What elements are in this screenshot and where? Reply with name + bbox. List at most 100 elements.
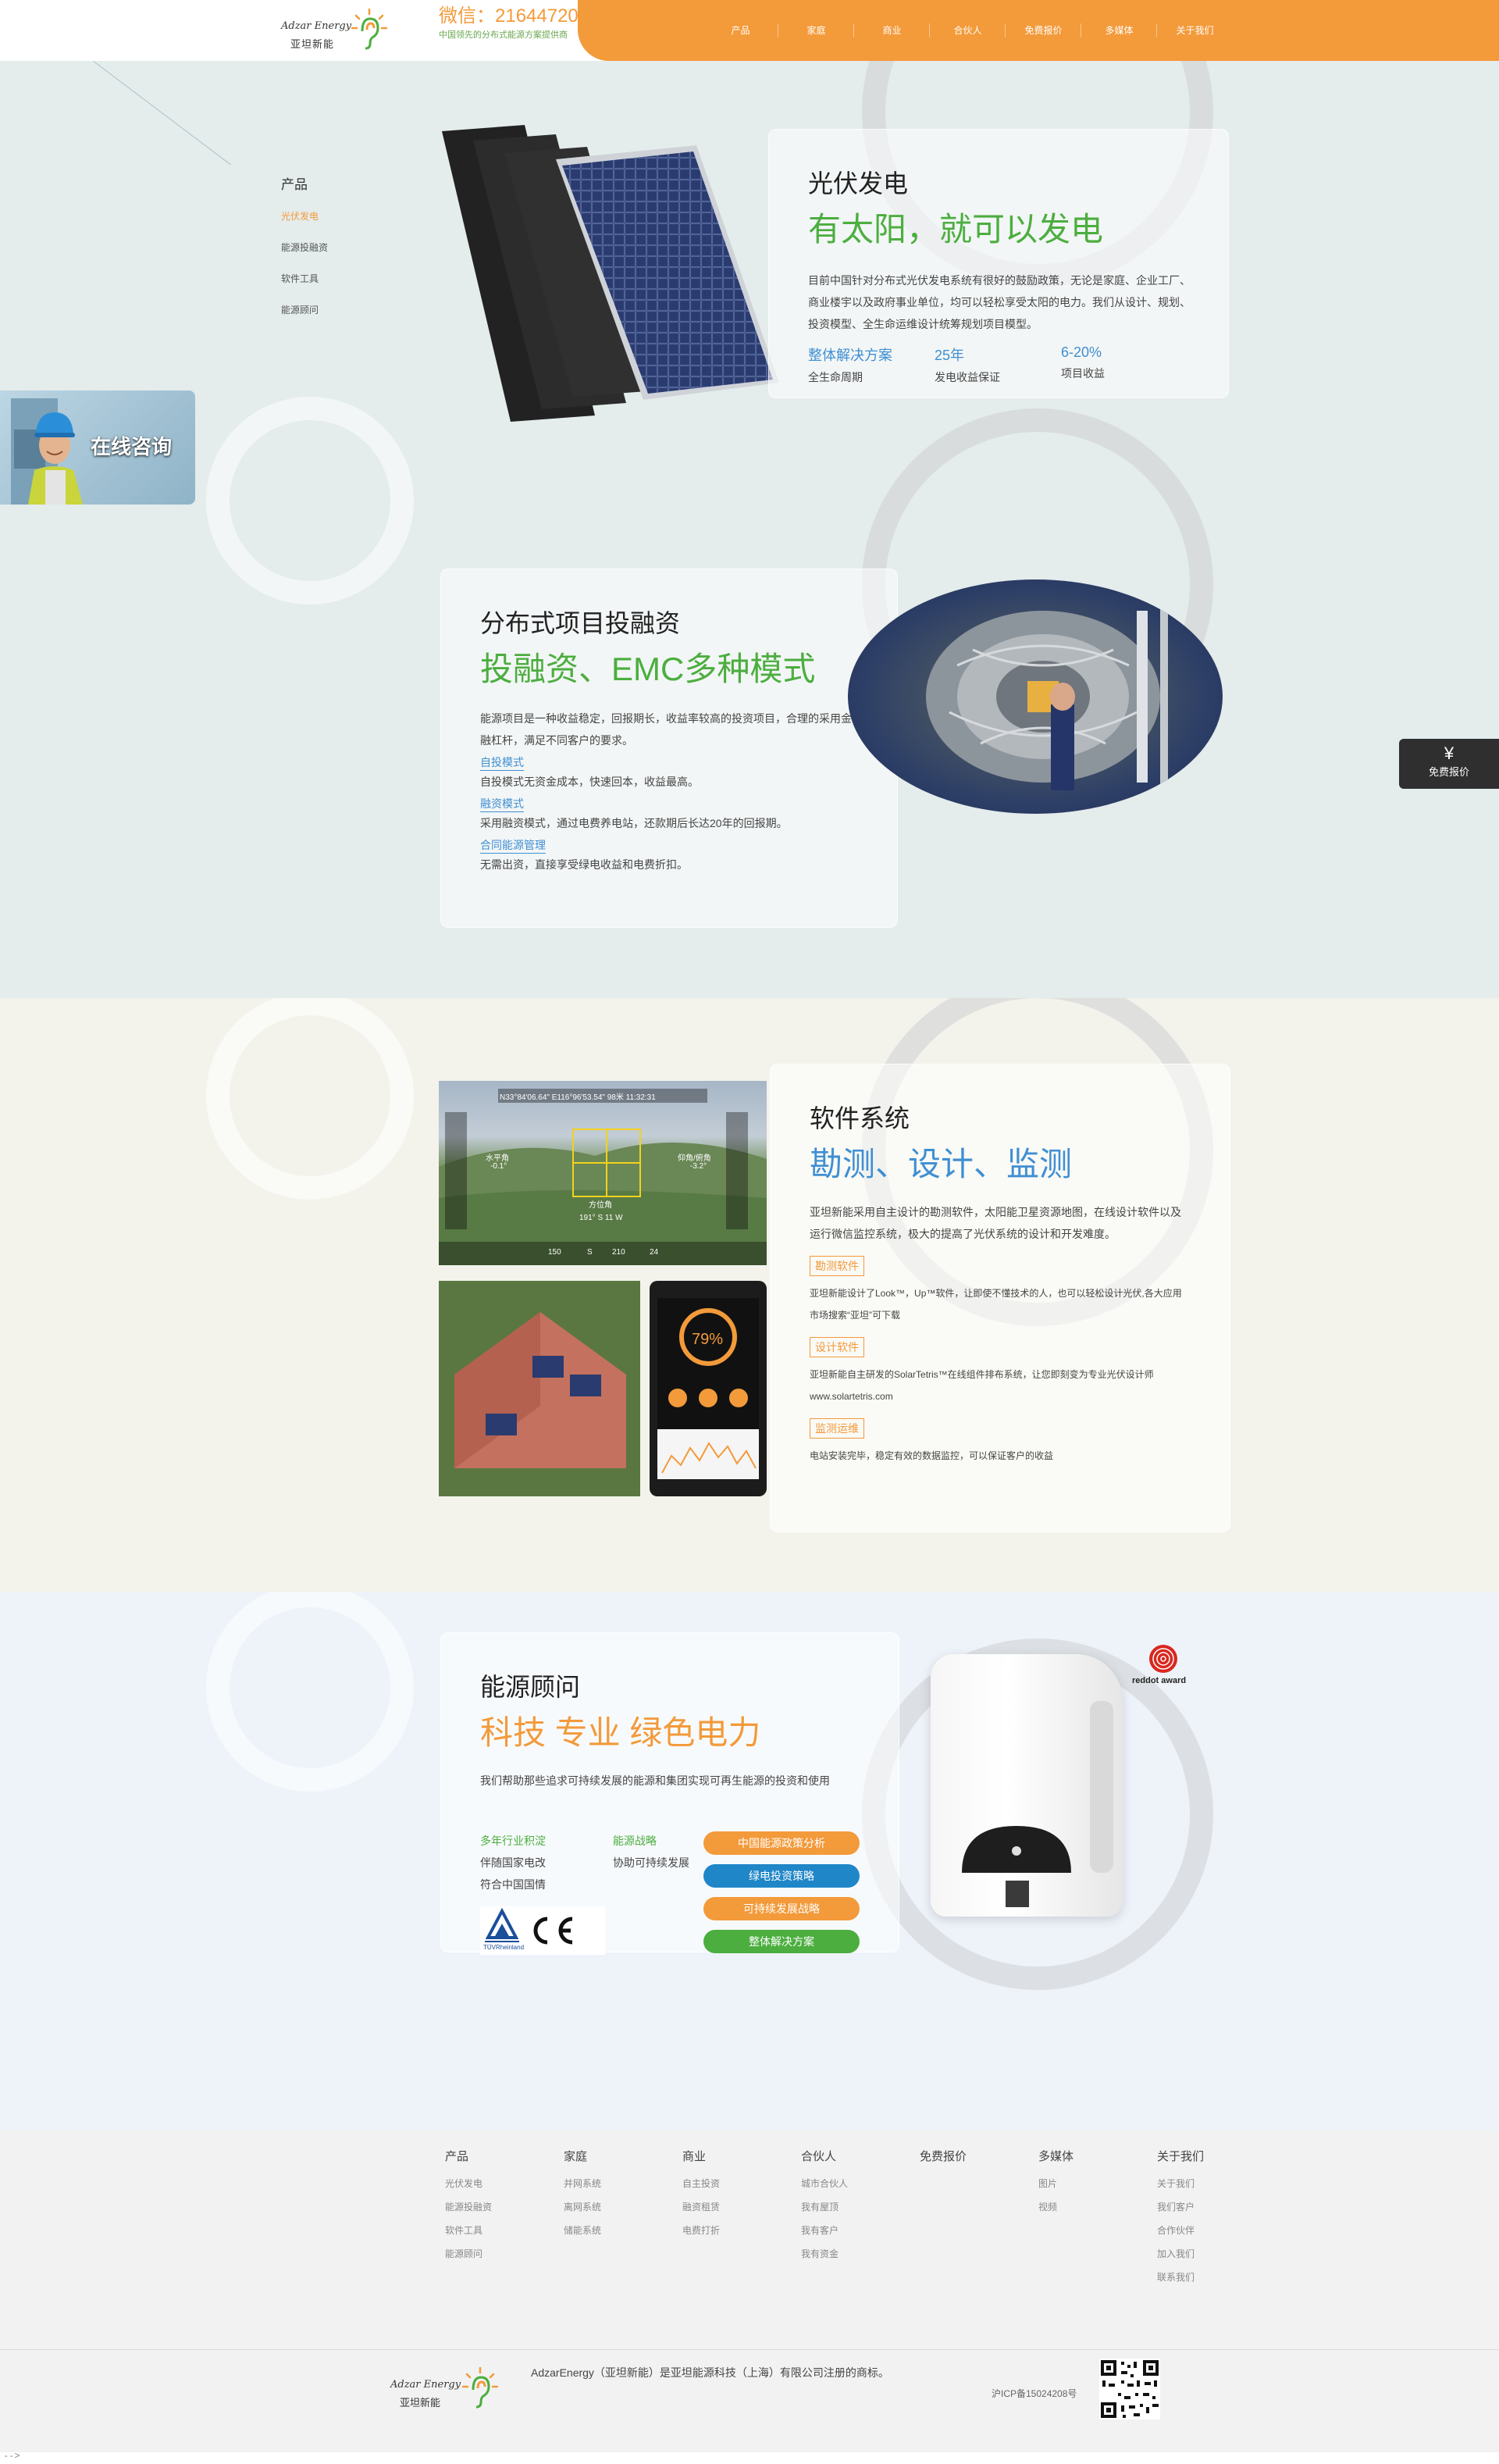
footer-divider — [0, 2349, 1499, 2350]
pv-stat: 25年 发电收益保证 — [935, 344, 1061, 385]
footer-link[interactable]: 联系我们 — [1157, 2266, 1276, 2289]
footer-link[interactable]: 加入我们 — [1157, 2242, 1276, 2266]
monitor-progress-value: 79% — [692, 1331, 724, 1348]
survey-scale-tick: S — [587, 1248, 593, 1257]
pv-stat: 6-20% 项目收益 — [1061, 344, 1187, 385]
pv-slogan: 有太阳，就可以发电 — [808, 211, 1104, 248]
sidebar-item-advisor[interactable]: 能源顾问 — [281, 302, 375, 333]
main-nav: 产品 家庭 商业 合伙人 免费报价 多媒体 关于我们 — [703, 0, 1233, 61]
reddot-label: reddot award — [1132, 1676, 1187, 1685]
footer-link[interactable]: 能源投融资 — [445, 2195, 564, 2219]
nav-item-about[interactable]: 关于我们 — [1157, 0, 1233, 61]
decor-ring — [206, 1592, 414, 1792]
footer-link[interactable]: 合作伙伴 — [1157, 2219, 1276, 2242]
footer-link[interactable]: 能源顾问 — [445, 2242, 564, 2266]
footer-icp[interactable]: 沪ICP备15024208号 — [992, 2387, 1077, 2400]
survey-level-label: 水平角 — [486, 1154, 509, 1163]
software-title: 软件系统 — [810, 1104, 910, 1132]
pill-green-investment[interactable]: 绿电投资策略 — [703, 1864, 860, 1888]
finance-mode-title[interactable]: 合同能源管理 — [480, 837, 546, 854]
tuv-label: TÜVRheinland — [483, 1944, 525, 1951]
footer-col-title[interactable]: 多媒体 — [1038, 2148, 1157, 2164]
nav-item-home[interactable]: 家庭 — [778, 0, 854, 61]
survey-hud-overlay — [439, 1089, 767, 1265]
footer-logo[interactable]: Adzar Energy 亚坦新能 — [390, 2359, 507, 2424]
online-consult-widget[interactable]: 在线咨询 — [0, 390, 195, 505]
pv-stat-label: 项目收益 — [1061, 367, 1105, 380]
finance-mode: 合同能源管理 无需出资，直接享受绿电收益和电费折扣。 — [480, 834, 858, 875]
nav-item-partners[interactable]: 合伙人 — [930, 0, 1006, 61]
software-tag-survey[interactable]: 勘测软件 — [810, 1256, 864, 1276]
software-tag-design[interactable]: 设计软件 — [810, 1337, 864, 1357]
footer-link[interactable]: 并网系统 — [564, 2172, 682, 2195]
footer-col-title[interactable]: 免费报价 — [920, 2148, 1038, 2164]
ear-sun-icon — [351, 8, 387, 50]
software-item: 勘测软件 亚坦新能设计了Look™，Up™软件，让即使不懂技术的人，也可以轻松设… — [810, 1245, 1191, 1326]
footer-col-title[interactable]: 家庭 — [564, 2148, 682, 2164]
decor-ring — [206, 998, 414, 1200]
footer-link[interactable]: 图片 — [1038, 2172, 1157, 2195]
footer-link[interactable]: 我有屋顶 — [801, 2195, 920, 2219]
finance-mode-title[interactable]: 融资模式 — [480, 796, 524, 812]
software-item: 设计软件 亚坦新能自主研发的SolarTetris™在线组件排布系统，让您即刻变… — [810, 1326, 1191, 1407]
energy-service-pills: 中国能源政策分析 绿电投资策略 可持续发展战略 整体解决方案 — [703, 1831, 860, 1963]
footer-col-title[interactable]: 产品 — [445, 2148, 564, 2164]
survey-coords: N33°84'06.64" E116°96'53.54" 98米 11:32:3… — [500, 1093, 656, 1102]
footer-link[interactable]: 关于我们 — [1157, 2172, 1276, 2195]
finance-mode: 自投模式 自投模式无资金成本，快速回本，收益最高。 — [480, 751, 858, 793]
footer-link[interactable]: 我们客户 — [1157, 2195, 1276, 2219]
software-item-desc: 亚坦新能设计了Look™，Up™软件，让即使不懂技术的人，也可以轻松设计光伏,各… — [810, 1288, 1182, 1321]
page-end-marker: --> — [3, 2451, 20, 2462]
nav-item-free-quote[interactable]: 免费报价 — [1006, 0, 1081, 61]
footer-link[interactable]: 城市合伙人 — [801, 2172, 920, 2195]
footer-col-title[interactable]: 关于我们 — [1157, 2148, 1276, 2164]
footer-link[interactable]: 储能系统 — [564, 2219, 682, 2242]
pill-total-solution[interactable]: 整体解决方案 — [703, 1930, 860, 1953]
footer-link[interactable]: 视频 — [1038, 2195, 1157, 2219]
pv-stat: 整体解决方案 全生命周期 — [808, 344, 935, 385]
nav-item-media[interactable]: 多媒体 — [1081, 0, 1157, 61]
finance-mode-title[interactable]: 自投模式 — [480, 754, 524, 771]
footer-link[interactable]: 我有客户 — [801, 2219, 920, 2242]
site-logo[interactable]: Adzar Energy 亚坦新能 — [280, 5, 397, 56]
ce-label: CE — [480, 1906, 481, 1907]
pill-sustainability[interactable]: 可持续发展战略 — [703, 1897, 860, 1920]
pv-description: 目前中国针对分布式光伏发电系统有很好的鼓励政策，无论是家庭、企业工厂、商业楼宇以… — [808, 274, 1191, 330]
footer-col-title[interactable]: 商业 — [682, 2148, 801, 2164]
footer-link[interactable]: 融资租赁 — [682, 2195, 801, 2219]
pv-stat-label: 发电收益保证 — [935, 371, 1000, 383]
energy-title: 能源顾问 — [480, 1673, 581, 1701]
survey-scale-tick: 24 — [650, 1248, 659, 1257]
wechat-tagline: 中国领先的分布式能源方案提供商 — [439, 30, 568, 40]
worker-avatar-icon — [11, 398, 83, 505]
survey-pitch-value: -3.2° — [690, 1162, 707, 1171]
footer-link[interactable]: 我有资金 — [801, 2242, 920, 2266]
pill-policy-analysis[interactable]: 中国能源政策分析 — [703, 1831, 860, 1855]
free-quote-button[interactable]: ¥ 免费报价 — [1399, 739, 1499, 789]
sidebar-item-software[interactable]: 软件工具 — [281, 271, 375, 302]
finance-title: 分布式项目投融资 — [480, 609, 681, 637]
footer-link[interactable]: 软件工具 — [445, 2219, 564, 2242]
footer-link[interactable]: 离网系统 — [564, 2195, 682, 2219]
software-item: 监测运维 电站安装完毕，稳定有效的数据监控，可以保证客户的收益 — [810, 1407, 1191, 1467]
software-tag-monitor[interactable]: 监测运维 — [810, 1418, 864, 1439]
footer-col-title[interactable]: 合伙人 — [801, 2148, 920, 2164]
footer-link[interactable]: 电费打折 — [682, 2219, 801, 2242]
finance-slogan: 投融资、EMC多种模式 — [480, 651, 816, 687]
pv-stat-value: 整体解决方案 — [808, 348, 892, 363]
nav-item-business[interactable]: 商业 — [854, 0, 930, 61]
sidebar-item-pv[interactable]: 光伏发电 — [281, 209, 375, 240]
qr-code-pattern — [1101, 2360, 1159, 2418]
turbine-illustration — [926, 603, 1168, 790]
nav-item-products[interactable]: 产品 — [703, 0, 778, 61]
finance-mode-desc: 采用融资模式，通过电费养电站，还款期后长达20年的回报期。 — [480, 817, 788, 829]
footer-link[interactable]: 光伏发电 — [445, 2172, 564, 2195]
pv-stat-label: 全生命周期 — [808, 371, 863, 383]
footer-link[interactable]: 自主投资 — [682, 2172, 801, 2195]
footer-col-quote: 免费报价 — [920, 2148, 1038, 2289]
wechat-contact: 微信：21644720 中国领先的分布式能源方案提供商 — [439, 5, 579, 41]
sidebar-item-finance[interactable]: 能源投融资 — [281, 240, 375, 271]
inverter-illustration — [962, 1701, 1113, 1907]
quote-label: 免费报价 — [1428, 766, 1469, 778]
energy-description: 我们帮助那些追求可持续发展的能源和集团实现可再生能源的投资和使用 — [480, 1774, 830, 1787]
